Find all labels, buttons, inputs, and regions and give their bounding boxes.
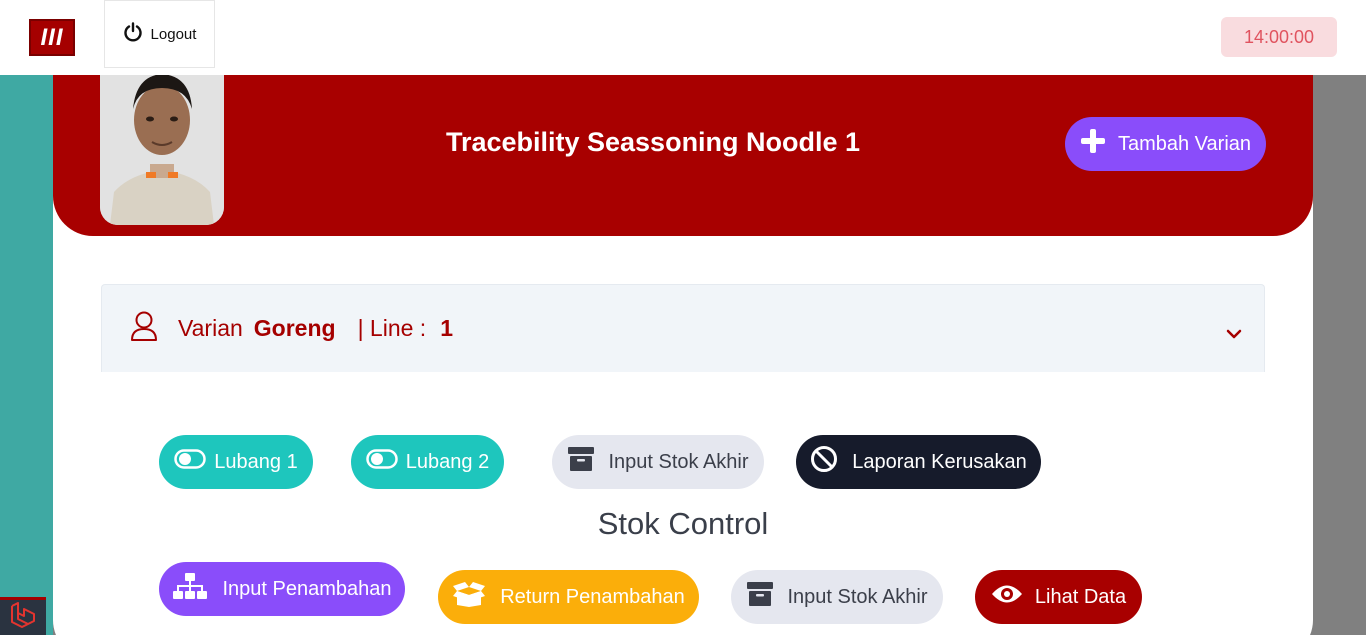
variant-value: Goreng: [253, 315, 336, 341]
return-penambahan-button[interactable]: Return Penambahan: [438, 570, 699, 624]
section-title: Stok Control: [597, 506, 769, 541]
laporan-kerusakan-label: Laporan Kerusakan: [852, 450, 1027, 473]
eye-icon: [991, 583, 1023, 611]
chevron-down-icon: [1226, 319, 1242, 346]
top-navbar: III Logout 14:00:00: [0, 0, 1366, 75]
input-stok-akhir-2-button[interactable]: Input Stok Akhir: [731, 570, 943, 624]
input-penambahan-button[interactable]: Input Penambahan: [159, 562, 405, 616]
line-label: | Line :: [357, 315, 427, 341]
page-background-right: [1313, 75, 1366, 635]
open-box-icon: [452, 581, 486, 613]
return-penambahan-label: Return Penambahan: [500, 585, 685, 608]
laravel-icon: [10, 602, 36, 633]
variant-accordion-header[interactable]: Varian Goreng | Line : 1: [101, 284, 1265, 372]
sitemap-icon: [172, 572, 208, 606]
framework-badge[interactable]: [0, 597, 46, 635]
line-value: 1: [440, 315, 453, 341]
lubang-2-button[interactable]: Lubang 2: [351, 435, 504, 489]
input-stok-akhir-2-label: Input Stok Akhir: [787, 585, 928, 608]
user-icon: [130, 310, 158, 348]
input-penambahan-label: Input Penambahan: [222, 577, 392, 600]
toggle-icon: [366, 449, 398, 475]
add-variant-button[interactable]: Tambah Varian: [1065, 117, 1266, 171]
laporan-kerusakan-button[interactable]: Laporan Kerusakan: [796, 435, 1041, 489]
toggle-icon: [174, 449, 207, 475]
variant-label: Varian: [178, 315, 243, 341]
lihat-data-button[interactable]: Lihat Data: [975, 570, 1142, 624]
logout-button[interactable]: Logout: [104, 0, 215, 68]
lihat-data-label: Lihat Data: [1034, 585, 1127, 608]
logout-label: Logout: [150, 25, 197, 43]
plus-icon: [1080, 128, 1106, 160]
lubang-2-label: Lubang 2: [405, 450, 490, 473]
lubang-1-button[interactable]: Lubang 1: [159, 435, 313, 489]
archive-icon: [567, 446, 595, 478]
page-background-left: [0, 75, 53, 635]
power-icon: [123, 22, 143, 46]
add-variant-label: Tambah Varian: [1117, 132, 1252, 155]
archive-icon: [746, 581, 774, 613]
lubang-1-label: Lubang 1: [214, 450, 298, 473]
app-logo[interactable]: III: [29, 19, 75, 56]
input-stok-akhir-label: Input Stok Akhir: [608, 450, 749, 473]
clock-badge: 14:00:00: [1221, 17, 1337, 57]
input-stok-akhir-button[interactable]: Input Stok Akhir: [552, 435, 764, 489]
ban-icon: [810, 445, 838, 479]
logo-text: III: [40, 23, 64, 51]
